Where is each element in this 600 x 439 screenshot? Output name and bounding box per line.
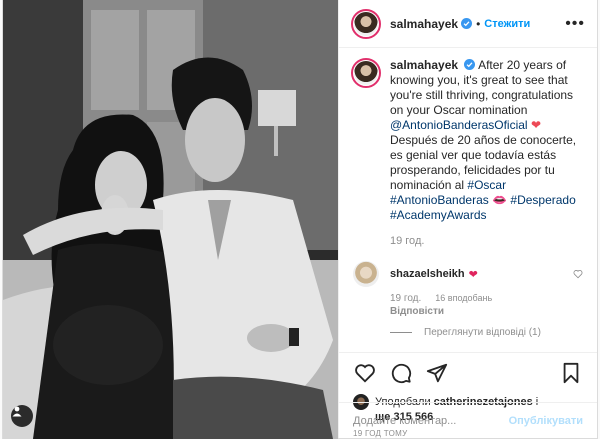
comment-input[interactable] xyxy=(353,414,509,427)
commenter-username[interactable]: shazaelsheikh xyxy=(390,268,465,280)
separator-dot: • xyxy=(476,16,481,31)
user-tag-button[interactable] xyxy=(11,405,33,427)
comment-icon xyxy=(391,363,412,383)
verified-icon xyxy=(464,59,476,70)
user-tag-icon xyxy=(12,406,22,417)
reply-button[interactable]: Відповісти xyxy=(390,306,585,317)
instagram-post: salmahayek • Стежити ••• salmahayek Afte… xyxy=(2,0,598,439)
hashtag-antoniobanderas[interactable]: #AntonioBanderas xyxy=(390,193,489,207)
comment-meta: 19 год. 16 вподобань xyxy=(390,293,585,304)
red-heart-emoji: ❤ xyxy=(530,118,541,132)
view-replies-button[interactable]: Переглянути відповіді (1) xyxy=(390,327,585,338)
bookmark-icon xyxy=(563,362,579,383)
more-options-icon[interactable]: ••• xyxy=(565,15,585,33)
verified-icon xyxy=(461,18,473,29)
comment-like-heart-icon[interactable] xyxy=(573,269,583,279)
post-photo[interactable] xyxy=(3,0,338,439)
follow-button[interactable]: Стежити xyxy=(484,18,530,30)
hashtag-oscar[interactable]: #Oscar xyxy=(467,178,506,192)
add-comment-bar: Опублікувати xyxy=(339,402,597,438)
comment-button[interactable] xyxy=(389,361,413,385)
commenter-avatar[interactable] xyxy=(353,261,379,287)
caption-author[interactable]: salmahayek xyxy=(390,58,458,72)
comment-likes[interactable]: 16 вподобань xyxy=(435,293,492,304)
save-button[interactable] xyxy=(559,361,583,385)
photo-illustration xyxy=(3,0,338,439)
caption-author-avatar[interactable] xyxy=(351,58,381,88)
mention-link[interactable]: @AntonioBanderasOficial xyxy=(390,118,528,132)
heart-icon xyxy=(355,363,375,383)
caption-time[interactable]: 19 год. xyxy=(390,235,585,247)
share-icon xyxy=(426,363,448,382)
caption-row: salmahayek After 20 years of knowing you… xyxy=(351,58,585,223)
comment-row: shazaelsheikh ❤ xyxy=(351,261,585,287)
lips-emoji: 👄 xyxy=(492,193,508,207)
post-side-panel: salmahayek • Стежити ••• salmahayek Afte… xyxy=(338,0,597,438)
caption-text: salmahayek After 20 years of knowing you… xyxy=(390,58,585,223)
comment-time[interactable]: 19 год. xyxy=(390,293,421,304)
author-username[interactable]: salmahayek xyxy=(390,17,458,31)
action-bar xyxy=(339,352,597,392)
like-button[interactable] xyxy=(353,361,377,385)
author-avatar[interactable] xyxy=(351,8,381,39)
replies-divider xyxy=(390,332,412,333)
heart-emoji: ❤ xyxy=(468,268,478,281)
hashtag-desperado[interactable]: #Desperado xyxy=(510,193,575,207)
post-header: salmahayek • Стежити ••• xyxy=(339,0,597,48)
view-replies-label: Переглянути відповіді (1) xyxy=(424,327,541,338)
share-button[interactable] xyxy=(425,361,449,385)
comments-section[interactable]: salmahayek After 20 years of knowing you… xyxy=(339,48,597,352)
hashtag-academyawards[interactable]: #AcademyAwards xyxy=(390,208,487,222)
publish-button[interactable]: Опублікувати xyxy=(509,415,583,427)
